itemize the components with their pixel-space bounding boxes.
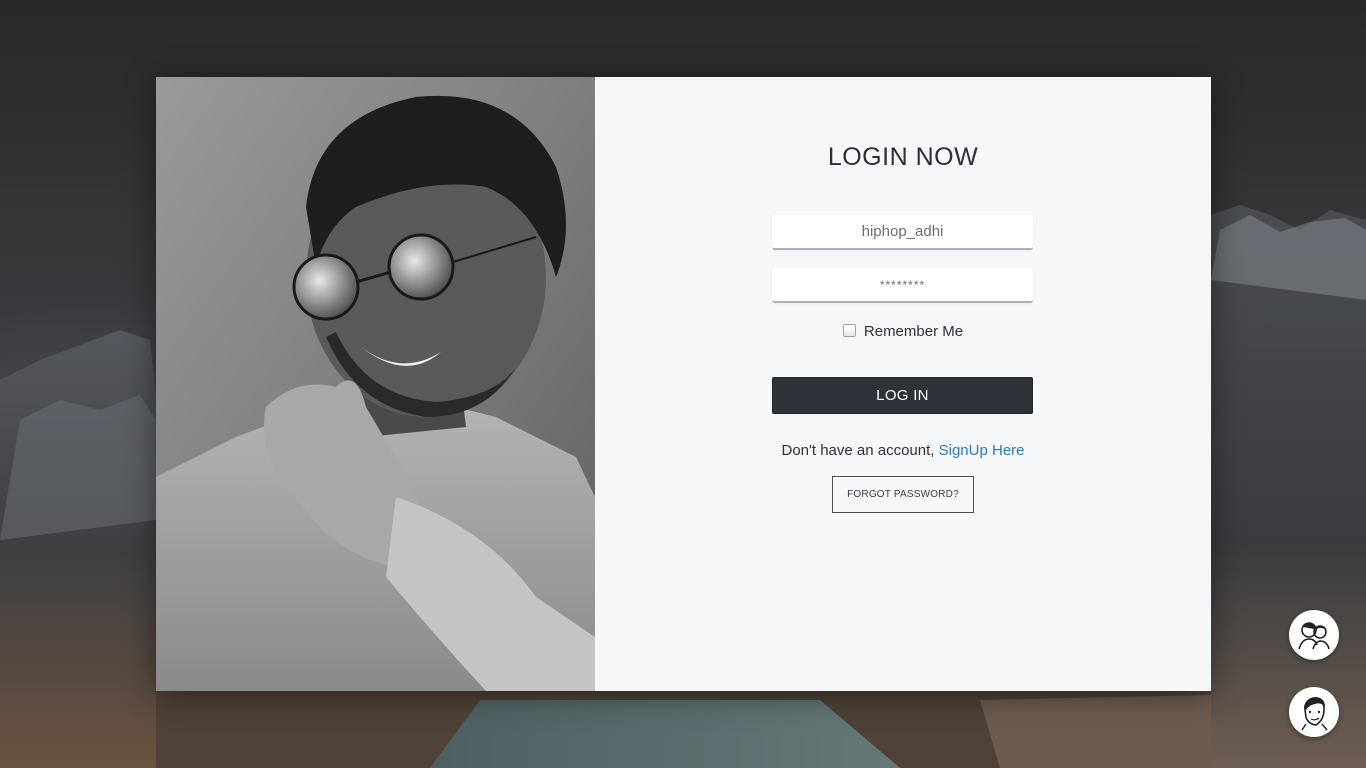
remember-me-checkbox[interactable]	[842, 324, 856, 337]
login-title: LOGIN NOW	[827, 143, 979, 171]
login-card: LOGIN NOW Remember Me LOG IN Don't have …	[156, 77, 1211, 691]
signup-prompt: Don't have an account, SignUp Here	[595, 442, 1211, 459]
signup-link[interactable]: SignUp Here	[939, 442, 1025, 459]
floating-avatar-button-group[interactable]	[1289, 610, 1339, 660]
login-button[interactable]: LOG IN	[772, 377, 1033, 414]
two-people-avatar-icon	[1298, 622, 1330, 650]
password-input[interactable]	[772, 268, 1033, 303]
remember-me-row: Remember Me	[595, 323, 1211, 340]
floating-avatar-button-user[interactable]	[1289, 687, 1339, 737]
forgot-password-button[interactable]: FORGOT PASSWORD?	[832, 476, 974, 513]
username-input[interactable]	[772, 215, 1033, 250]
profile-photo-illustration	[156, 77, 595, 691]
remember-me-label: Remember Me	[863, 323, 964, 340]
user-avatar-icon	[1301, 697, 1328, 731]
login-panel: LOGIN NOW Remember Me LOG IN Don't have …	[595, 77, 1211, 691]
profile-photo	[156, 77, 595, 691]
signup-prompt-text: Don't have an account,	[781, 442, 939, 459]
